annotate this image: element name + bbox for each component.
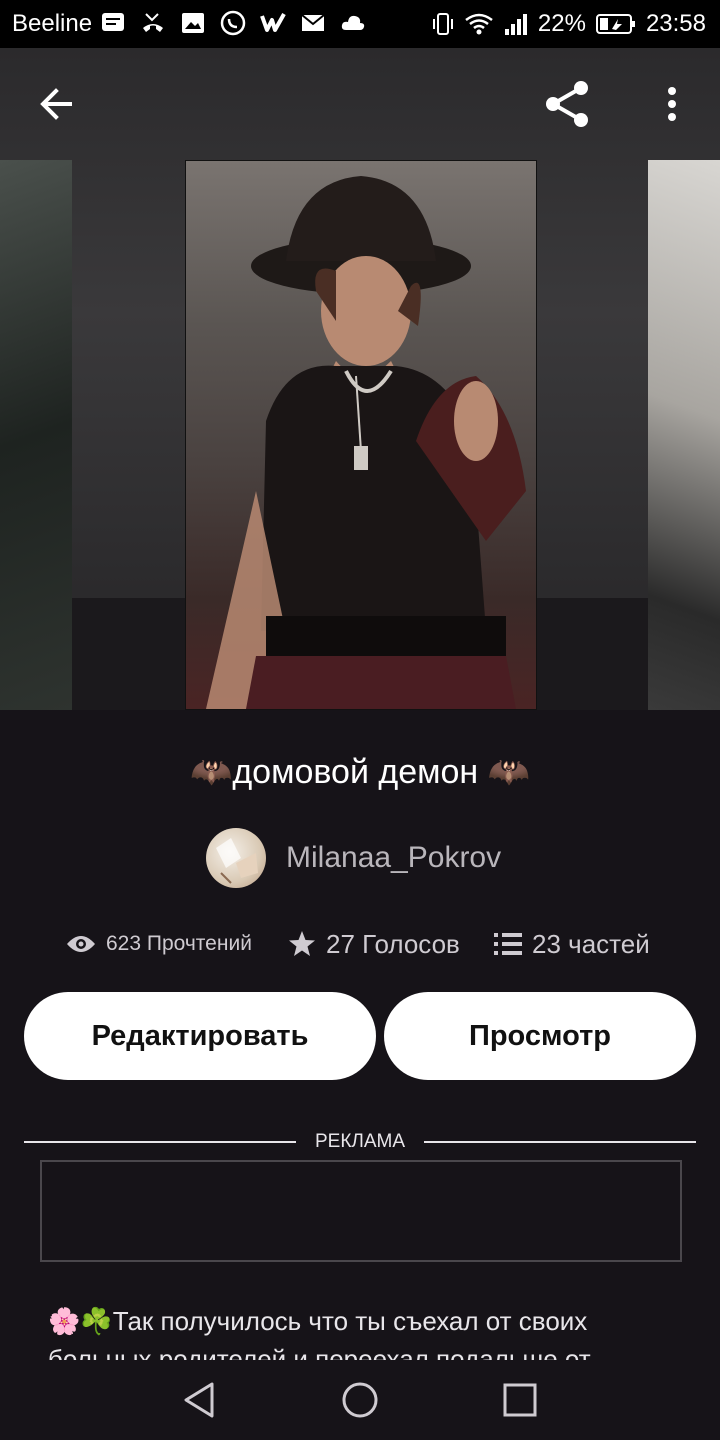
more-vertical-icon: [668, 87, 676, 121]
whatsapp-icon: [220, 10, 246, 36]
eye-icon: [67, 936, 95, 952]
story-description[interactable]: 🌸☘️Так получилось что ты съехал от своих…: [48, 1302, 688, 1360]
story-stats: 623 Прочтений 27 Голосов 23 частей: [0, 922, 720, 966]
vibrate-icon: [432, 13, 453, 35]
edit-button[interactable]: Редактировать: [24, 992, 376, 1080]
list-icon: [494, 933, 522, 955]
cloud-icon: [341, 15, 365, 30]
back-button[interactable]: [28, 76, 84, 132]
cover-header: [0, 48, 720, 710]
reads-stat: 623 Прочтений: [66, 922, 252, 966]
parts-count: 23 частей: [532, 928, 650, 959]
missed-call-icon: [143, 13, 163, 32]
carrier-name: Beeline: [12, 10, 93, 37]
star-icon: [289, 931, 315, 956]
ad-banner[interactable]: [40, 1160, 682, 1262]
arrow-left-icon: [40, 88, 72, 120]
author-name[interactable]: Milanaa_Pokrov: [286, 841, 501, 875]
message-icon: [102, 13, 124, 31]
previous-cover[interactable]: [0, 160, 72, 710]
votes-stat: 27 Голосов: [288, 922, 460, 966]
gallery-icon: [182, 13, 204, 33]
avatar[interactable]: [206, 828, 266, 888]
clock: 23:58: [645, 10, 706, 37]
status-bar: Beeline 22% 23:58: [0, 0, 720, 48]
votes-count: 27 Голосов: [326, 928, 460, 959]
cover-photo: [206, 176, 526, 709]
story-cover-image[interactable]: [185, 160, 537, 710]
story-title: 🦇домовой демон 🦇: [190, 753, 530, 791]
parts-stat: 23 частей: [494, 922, 650, 966]
status-right: 22% 23:58: [432, 10, 706, 38]
wifi-icon: [465, 13, 493, 35]
reads-count: 623 Прочтений: [106, 932, 252, 955]
view-button[interactable]: Просмотр: [384, 992, 696, 1080]
ad-divider-right: [424, 1141, 696, 1143]
share-icon: [546, 81, 588, 127]
avatar-image: [216, 838, 258, 884]
mail-icon: [301, 14, 325, 31]
signal-icon: [504, 14, 527, 35]
notification-icons: [100, 10, 366, 36]
more-options-button[interactable]: [644, 76, 700, 132]
author-row[interactable]: Milanaa_Pokrov: [206, 828, 501, 888]
next-cover[interactable]: [648, 160, 720, 710]
battery-icon: [595, 14, 635, 34]
system-nav-bar: [0, 1360, 720, 1440]
wattpad-icon: [260, 13, 286, 32]
back-triangle-icon[interactable]: [180, 1380, 220, 1420]
share-button[interactable]: [540, 76, 596, 132]
battery-percent: 22%: [537, 10, 586, 37]
recents-square-icon[interactable]: [500, 1380, 540, 1420]
home-circle-icon[interactable]: [340, 1380, 380, 1420]
